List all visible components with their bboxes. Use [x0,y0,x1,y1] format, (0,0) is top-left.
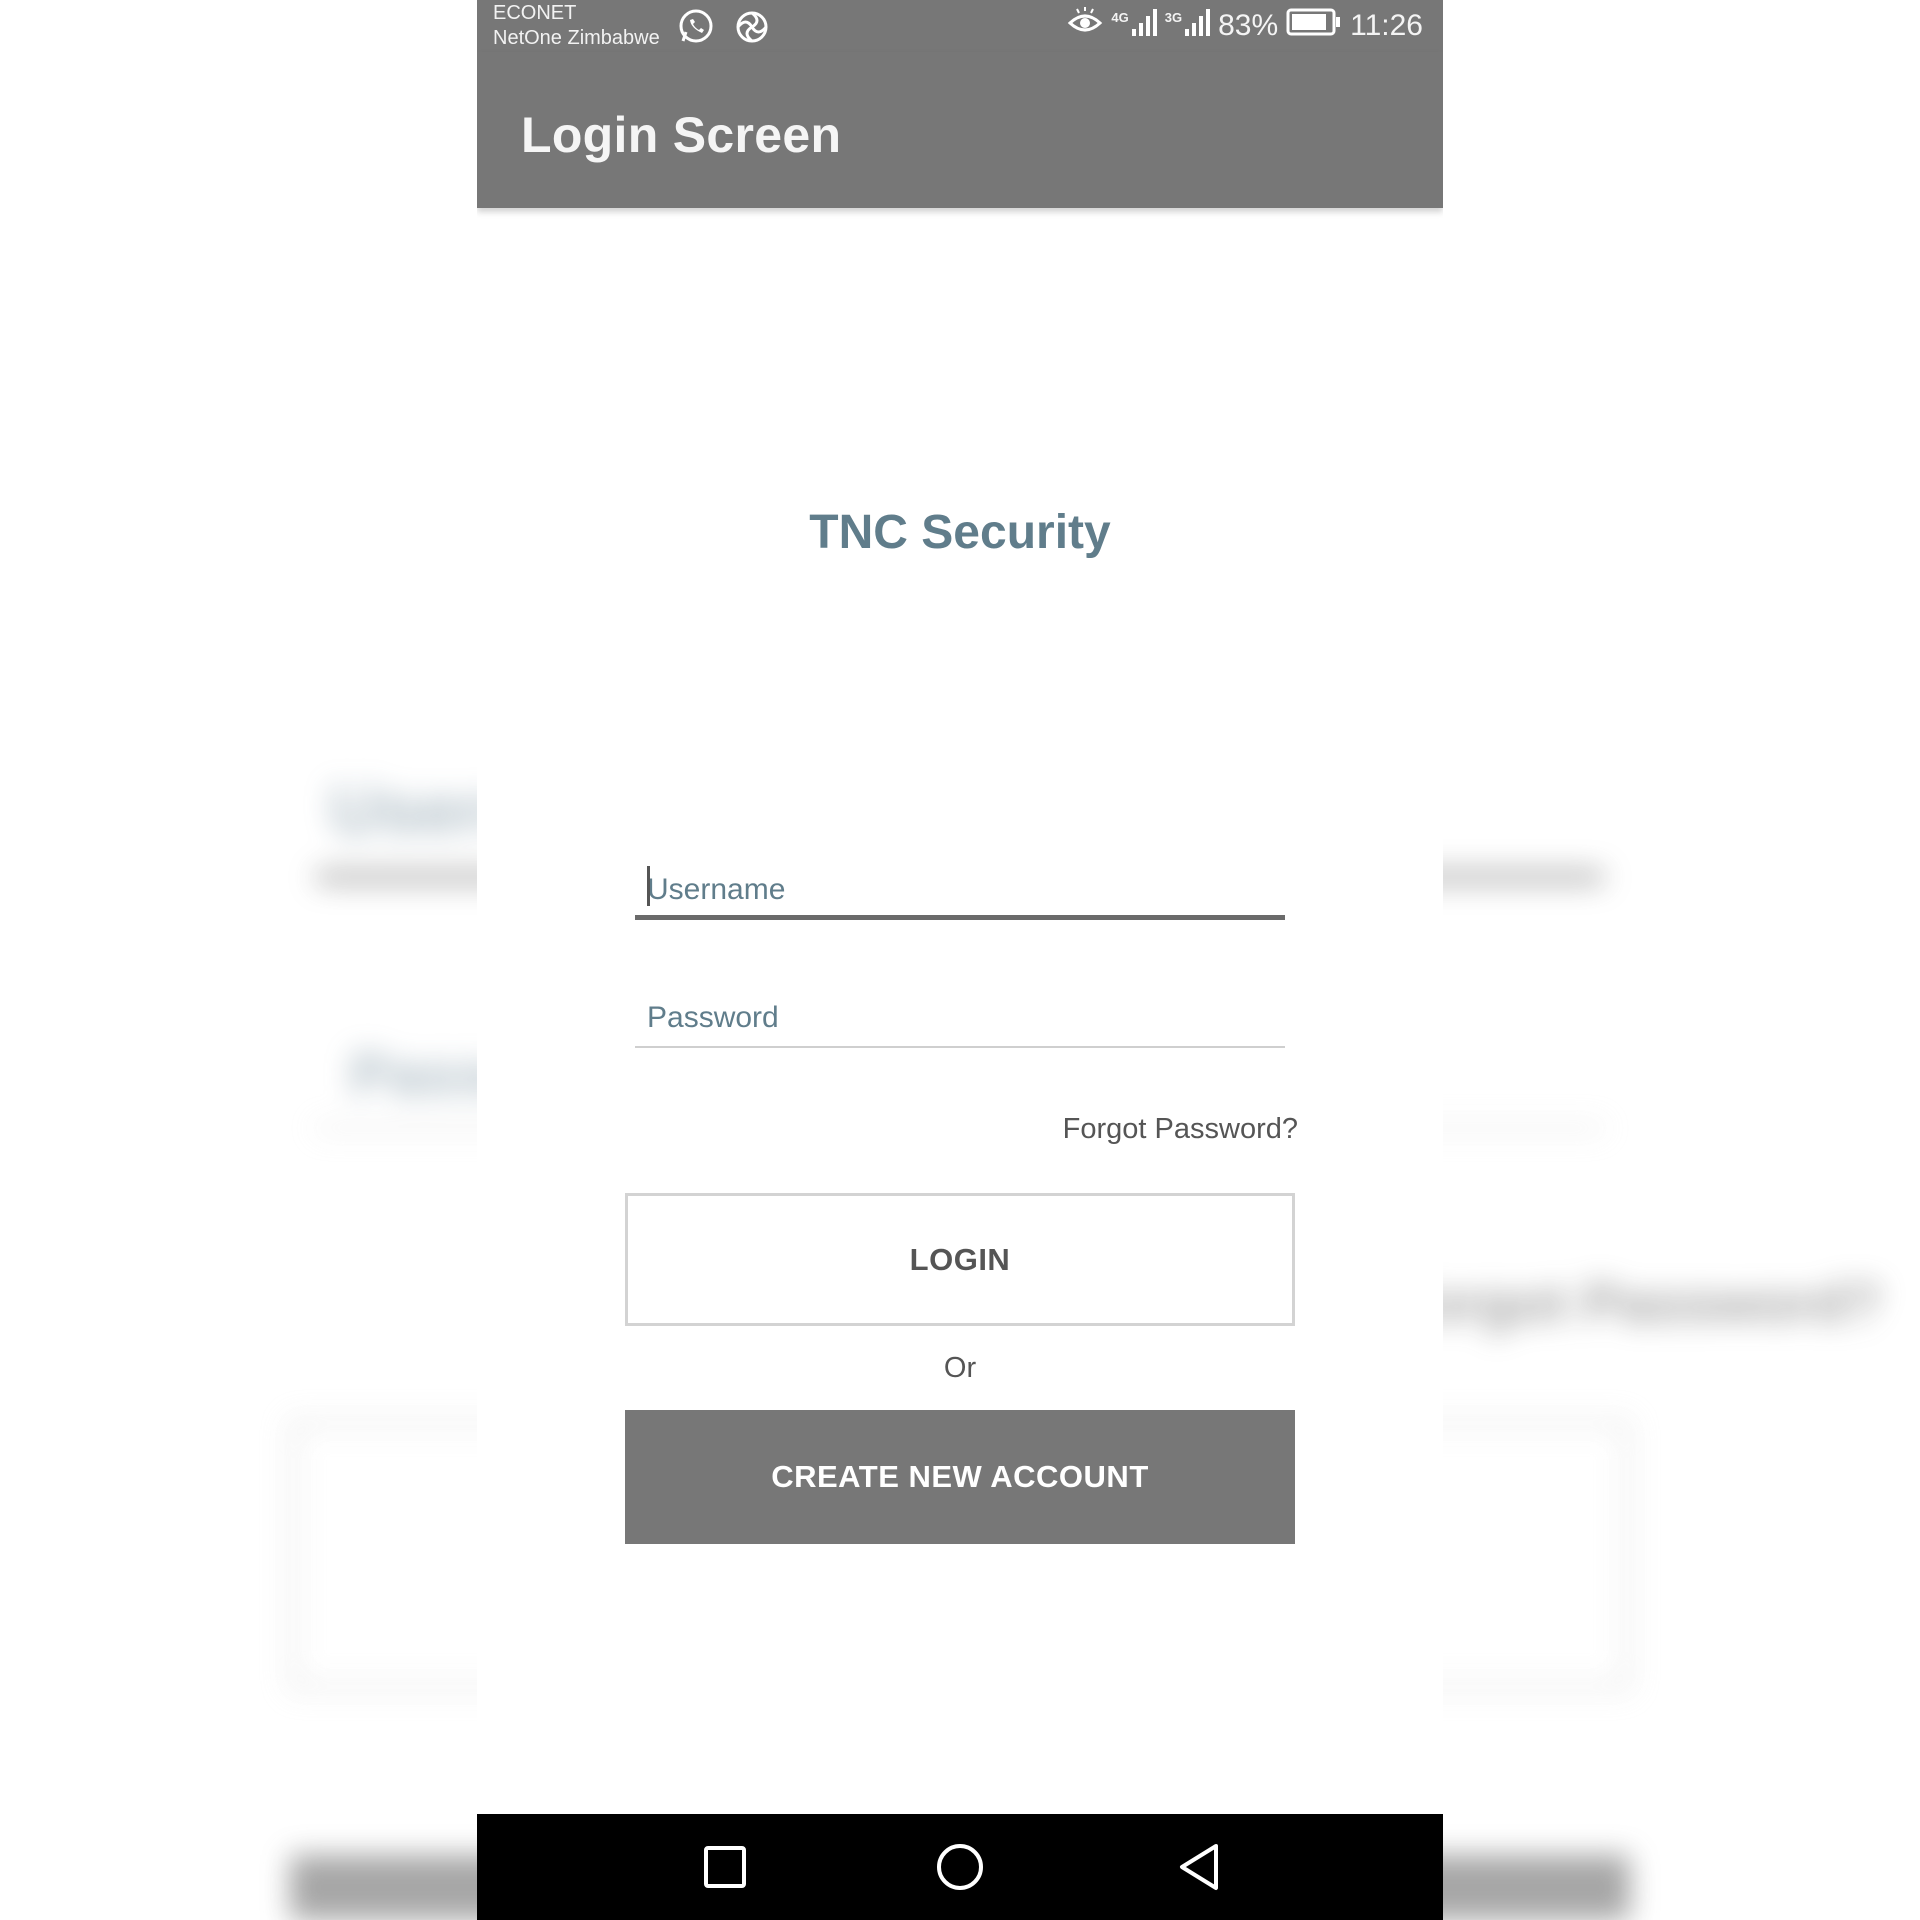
password-field[interactable] [635,978,1285,1048]
username-underline [635,915,1285,920]
status-right-cluster: 4G 3G 83% 11:26 [1067,6,1423,46]
create-account-button[interactable]: CREATE NEW ACCOUNT [625,1410,1295,1544]
back-icon[interactable] [1165,1834,1235,1900]
home-icon[interactable] [925,1834,995,1900]
phone-screen: ECONET NetOne Zimbabwe 4G 3G 83% 11:26 L… [477,0,1443,1920]
signal-icon [1131,7,1157,45]
battery-percent: 83% [1218,9,1279,42]
password-underline [635,1046,1285,1048]
login-button[interactable]: LOGIN [625,1193,1295,1326]
eye-icon [1067,7,1103,45]
or-separator: Or [943,1352,977,1384]
username-input[interactable] [635,850,1285,920]
blurred-forgot-text: Forgot Password? [1390,1271,1882,1334]
carrier-secondary: NetOne Zimbabwe [493,27,660,49]
clock: 11:26 [1350,9,1423,42]
recent-apps-icon[interactable] [690,1834,760,1900]
navigation-bar [477,1814,1443,1920]
username-field[interactable] [635,850,1285,920]
forgot-password-link[interactable]: Forgot Password? [1063,1113,1298,1146]
app-bar-title: Login Screen [521,107,842,163]
brand-title: TNC Security [809,506,1111,559]
network-type-1: 4G [1111,10,1129,25]
app-bar: Login Screen [477,52,1443,208]
signal-icon [1184,7,1211,45]
sync-app-icon [733,8,771,51]
carrier-primary: ECONET [493,2,577,24]
network-type-2: 3G [1164,10,1183,25]
text-cursor [647,866,650,906]
whatsapp-icon [677,8,715,51]
battery-icon [1286,8,1342,44]
status-bar: ECONET NetOne Zimbabwe 4G 3G 83% 11:26 [477,0,1443,52]
password-input[interactable] [635,978,1285,1048]
screenshot-stage: Username Password Forgot Password? ECONE… [0,0,1920,1920]
